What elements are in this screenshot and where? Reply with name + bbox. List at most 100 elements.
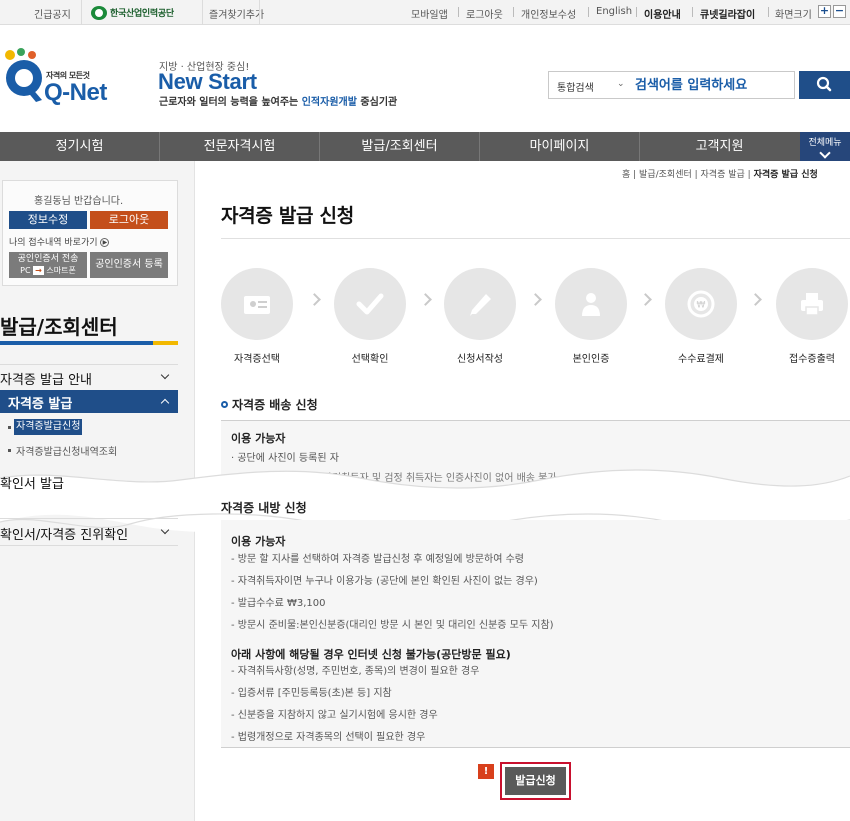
chevron-down-icon[interactable]: ⌄ (617, 79, 625, 89)
visit-restriction-line: - 자격취득사항(성명, 주민번호, 종목)의 변경이 필요한 경우 (231, 666, 480, 677)
zoom-out-button[interactable]: − (833, 5, 846, 18)
my-applications-label: 나의 접수내역 바로가기 (9, 238, 98, 248)
chevron-right-icon (308, 293, 321, 306)
nav-customer-support[interactable]: 고객지원 (640, 132, 799, 161)
visit-line: - 발급수수료 ₩3,100 (231, 598, 326, 609)
svg-text:₩: ₩ (697, 301, 706, 311)
privacy-link[interactable]: 개인정보수성 (521, 6, 576, 21)
step-label: 신청서작성 (457, 354, 503, 365)
sidebar-sub-issue-history[interactable]: 자격증발급신청내역조회 (16, 443, 117, 458)
search-scope-select[interactable]: 통합검색 (557, 79, 594, 94)
search-button[interactable] (799, 71, 850, 99)
chevron-right-icon (529, 293, 542, 306)
section-title-delivery-label: 자격증 배송 신청 (232, 398, 318, 412)
visit-restriction-line: - 신분증을 지참하지 않고 실기시험에 응시한 경우 (231, 710, 438, 721)
edit-info-button[interactable]: 정보수정 (9, 211, 87, 229)
slogan-desc-text: 중심기관 (356, 97, 398, 108)
step-circle (776, 268, 848, 340)
logout-button[interactable]: 로그아웃 (90, 211, 168, 229)
sidebar-item-issue[interactable]: 자격증 발급 (8, 393, 72, 412)
cert-register-button[interactable]: 공인인증서 등록 (90, 252, 168, 278)
id-card-icon (244, 296, 270, 314)
person-icon (582, 293, 600, 316)
divider (692, 7, 693, 17)
my-applications-link[interactable]: 나의 접수내역 바로가기 ▶ (9, 235, 110, 248)
org-logo[interactable]: 한국산업인력공단 (91, 4, 194, 21)
step-circle (334, 268, 406, 340)
nav-issue-center[interactable]: 발급/조회센터 (320, 132, 479, 161)
utility-bar: 긴급공지 한국산업인력공단 즐겨찾기추가 모바일앱 로그아웃 개인정보수성 En… (0, 0, 850, 25)
divider (81, 0, 82, 25)
breadcrumb-level1[interactable]: 발급/조회센터 (639, 170, 692, 180)
breadcrumb: 홈 | 발급/조회센터 | 자격증 발급 | 자격증 발급 신청 (622, 170, 818, 180)
visit-line: - 방문시 준비물:본인신분증(대리인 방문 시 본인 및 대리인 신분증 모두… (231, 620, 554, 631)
shortcut-guide-link[interactable]: 큐넷길라잡이 (700, 6, 755, 21)
visit-restriction-head: 아래 사항에 해당될 경우 인터넷 신청 불가능(공단방문 필요) (231, 648, 511, 661)
usage-guide-link[interactable]: 이용안내 (644, 6, 681, 21)
english-link[interactable]: English (596, 6, 632, 17)
search-input[interactable] (635, 76, 790, 95)
sidebar-item-verify[interactable]: 확인서/자격증 진위확인 (0, 524, 128, 543)
logout-link[interactable]: 로그아웃 (466, 6, 503, 21)
divider (0, 518, 178, 519)
breadcrumb-home[interactable]: 홈 (622, 170, 630, 180)
breadcrumb-level2[interactable]: 자격증 발급 (701, 170, 745, 180)
cert-transfer-button[interactable]: 공인인증서 전송 PC → 스마트폰 (9, 252, 87, 278)
org-logo-icon (91, 5, 107, 20)
search-icon (816, 76, 832, 92)
slogan-desc-text: 근로자와 일터의 능력을 높여주는 (159, 97, 302, 108)
step-label: 본인인증 (572, 354, 610, 365)
divider (458, 7, 459, 17)
page-title: 자격증 발급 신청 (221, 205, 354, 227)
nav-regular-exam[interactable]: 정기시험 (0, 132, 159, 161)
divider (259, 0, 260, 25)
divider (202, 0, 203, 25)
main-nav: 정기시험 전문자격시험 발급/조회센터 마이페이지 고객지원 (0, 132, 850, 161)
sidebar-item-confirmation[interactable]: 확인서 발급 (0, 473, 64, 492)
all-menu-button[interactable]: 전체메뉴 (800, 132, 850, 161)
delivery-eligible-head: 이용 가능자 (231, 432, 286, 445)
divider (221, 238, 850, 239)
circle-bullet-icon (221, 401, 228, 408)
zoom-label: 화면크기 (775, 10, 812, 21)
visit-restriction-line: - 법령개정으로 자격종목의 선택이 필요한 경우 (231, 732, 426, 743)
step-circle (444, 268, 516, 340)
cert-pc-label: PC (20, 266, 31, 275)
cert-transfer-label: 공인인증서 전송 (17, 254, 79, 264)
sidebar-sub-issue-request[interactable]: 자격증발급신청 (14, 419, 83, 435)
step-label: 수수료결제 (678, 354, 724, 365)
nav-mypage[interactable]: 마이페이지 (480, 132, 639, 161)
arrow-icon: → (33, 266, 44, 275)
sidebar-item-issue-guide[interactable]: 자격증 발급 안내 (0, 369, 92, 388)
step-circle: ₩ (665, 268, 737, 340)
visit-restriction-line: - 입증서류 [주민등록등(초)본 등] 지참 (231, 688, 392, 699)
zoom-in-button[interactable]: + (818, 5, 831, 18)
pencil-icon (470, 294, 491, 316)
divider (0, 364, 178, 365)
apply-issue-button[interactable]: 발급신청 (505, 767, 566, 795)
divider (768, 7, 769, 17)
logo-name[interactable]: Q-Net (44, 79, 107, 107)
bullet-icon (8, 426, 11, 429)
search-box: 통합검색 ⌄ (548, 71, 795, 99)
nav-professional-exam[interactable]: 전문자격시험 (160, 132, 319, 161)
mobile-app-link[interactable]: 모바일앱 (411, 6, 448, 21)
visit-info-box: 이용 가능자 - 방문 할 지사를 선택하여 자격증 발급신청 후 예정일에 방… (221, 520, 850, 748)
cert-phone-label: 스마트폰 (46, 266, 76, 275)
printer-icon (801, 293, 823, 316)
coin-won-icon: ₩ (687, 290, 715, 318)
visit-line: - 방문 할 지사를 선택하여 자격증 발급신청 후 예정일에 방문하여 수령 (231, 554, 524, 565)
slogan-description: 근로자와 일터의 능력을 높여주는 인적자원개발 중심기관 (159, 93, 397, 108)
step-label: 선택확인 (351, 354, 389, 365)
favorites-link[interactable]: 즐겨찾기추가 (209, 6, 264, 21)
notice-link[interactable]: 긴급공지 (34, 6, 71, 21)
step-label: 접수증출력 (789, 354, 835, 365)
chevron-right-icon: ▶ (100, 238, 110, 247)
divider (636, 7, 637, 17)
chevron-right-icon (639, 293, 652, 306)
sidebar-title: 발급/조회센터 (0, 315, 118, 339)
step-circle (555, 268, 627, 340)
qnet-logo-icon[interactable] (2, 46, 50, 108)
visit-eligible-head: 이용 가능자 (231, 535, 286, 548)
divider (0, 545, 178, 546)
